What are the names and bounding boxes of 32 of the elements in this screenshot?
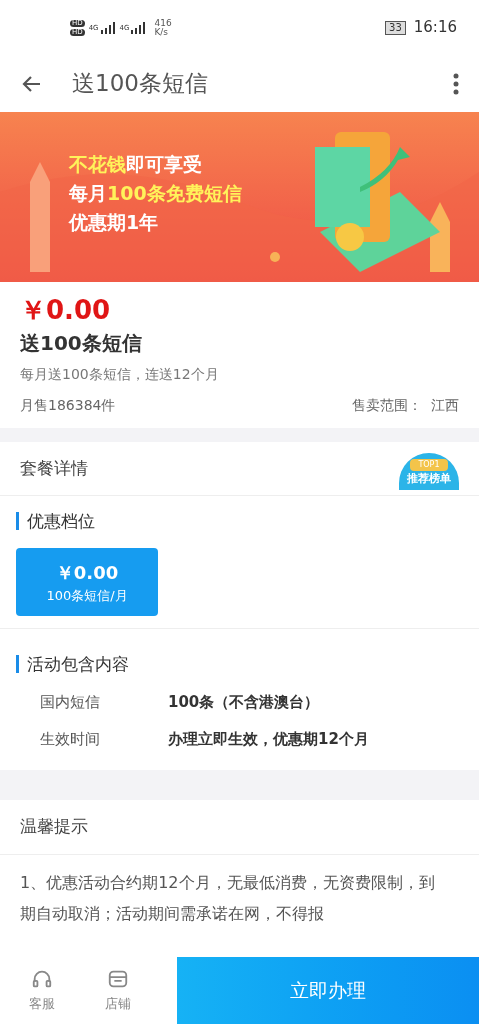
clock: 16:16 [413,17,457,39]
section-title: 套餐详情 [20,456,88,480]
section-title: 活动包含内容 [16,655,463,673]
monthly-sales: 月售186384件 [20,396,116,415]
apply-button[interactable]: 立即办理 [177,957,479,1024]
signal-icon [130,21,147,34]
product-name: 送100条短信 [20,330,143,357]
page-title: 送100条短信 [72,69,209,99]
bottom-nav-item[interactable]: 店铺 [84,957,152,1024]
tip-text: 1、优惠活动合约期12个月，无最低消费，无资费限制，到期自动取消；活动期间需承诺在网，不得报 [20,872,436,925]
ranking-badge[interactable]: TOP1 推荐榜单 [399,452,459,491]
content-value: 办理立即生效，优惠期12个月 [168,728,369,750]
banner-text: 不花钱即可享受 [69,152,203,176]
banner-text: 每月 100条免费短信 [69,181,243,205]
bottom-nav-item[interactable]: 客服 [8,957,76,1024]
product-description: 每月送100条短信，连送12个月 [20,365,220,384]
content-label: 生效时间 [40,728,101,750]
section-title: 优惠档位 [16,512,463,530]
speed-unit: K/s [154,27,170,37]
network-speed: 416 [154,18,172,28]
badge-label: 推荐榜单 [407,470,451,487]
tier-option[interactable]: ￥0.00 100条短信/月 [16,548,158,616]
battery-icon: 33 [385,20,406,35]
price: ￥0.00 [20,294,112,327]
content-value: 100条（不含港澳台） [168,692,320,713]
banner-text: 优惠期1年 [69,210,160,234]
sales-area: 售卖范围： 江西 [352,395,459,416]
content-label: 国内短信 [40,692,101,713]
badge-top-label: TOP1 [410,458,448,471]
more-icon[interactable] [453,72,459,95]
section-title: 温馨提示 [20,815,88,839]
signal-icon [99,21,116,34]
